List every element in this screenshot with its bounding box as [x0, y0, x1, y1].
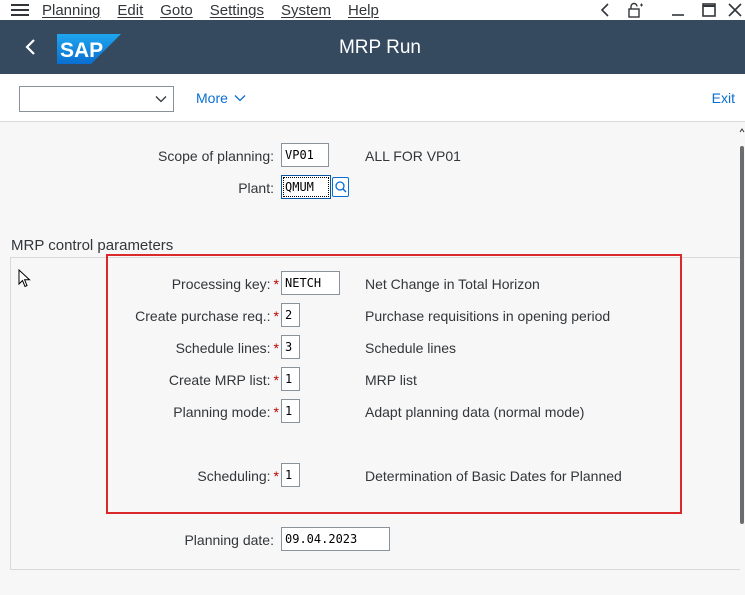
planning-date-label: Planning date:	[184, 532, 274, 548]
highlight-box	[106, 254, 682, 514]
mouse-cursor-icon	[18, 269, 31, 288]
page-title: MRP Run	[338, 37, 421, 58]
planning-date-field[interactable]: 09.04.2023	[281, 527, 390, 551]
menu-edit[interactable]: Edit	[117, 2, 143, 19]
value-help-button[interactable]	[332, 177, 349, 197]
chevron-down-icon	[234, 95, 246, 102]
plant-label: Plant:	[238, 180, 274, 196]
more-label: More	[196, 90, 228, 106]
back-arrow-icon[interactable]	[597, 0, 613, 20]
scrollbar-thumb[interactable]	[740, 146, 744, 524]
menu-settings[interactable]: Settings	[210, 2, 264, 19]
scope-label: Scope of planning:	[158, 148, 274, 164]
lock-icon[interactable]	[626, 0, 646, 20]
exit-button[interactable]: Exit	[712, 90, 735, 106]
menu-help[interactable]: Help	[348, 2, 379, 19]
plant-field[interactable]: QMUM	[281, 175, 331, 199]
close-icon[interactable]	[726, 0, 744, 20]
scroll-up-icon[interactable]	[739, 124, 745, 138]
search-icon	[335, 181, 347, 193]
menu-goto[interactable]: Goto	[160, 2, 193, 19]
section-title-mrp-control: MRP control parameters	[11, 237, 174, 254]
chevron-down-icon	[155, 96, 167, 103]
variant-dropdown[interactable]	[19, 86, 174, 112]
menu-system[interactable]: System	[281, 2, 331, 19]
minimize-icon[interactable]	[669, 0, 687, 20]
scope-field[interactable]: VP01	[281, 143, 329, 167]
scope-description: ALL FOR VP01	[365, 148, 461, 164]
menu-bar: Planning Edit Goto Settings System Help	[0, 0, 745, 20]
maximize-icon[interactable]	[700, 0, 718, 20]
more-button[interactable]: More	[196, 90, 246, 106]
toolbar: More Exit	[0, 74, 745, 122]
menu-planning[interactable]: Planning	[42, 2, 100, 19]
shell-header: SAP MRP Run	[0, 20, 745, 74]
hamburger-menu-icon[interactable]	[11, 3, 29, 17]
